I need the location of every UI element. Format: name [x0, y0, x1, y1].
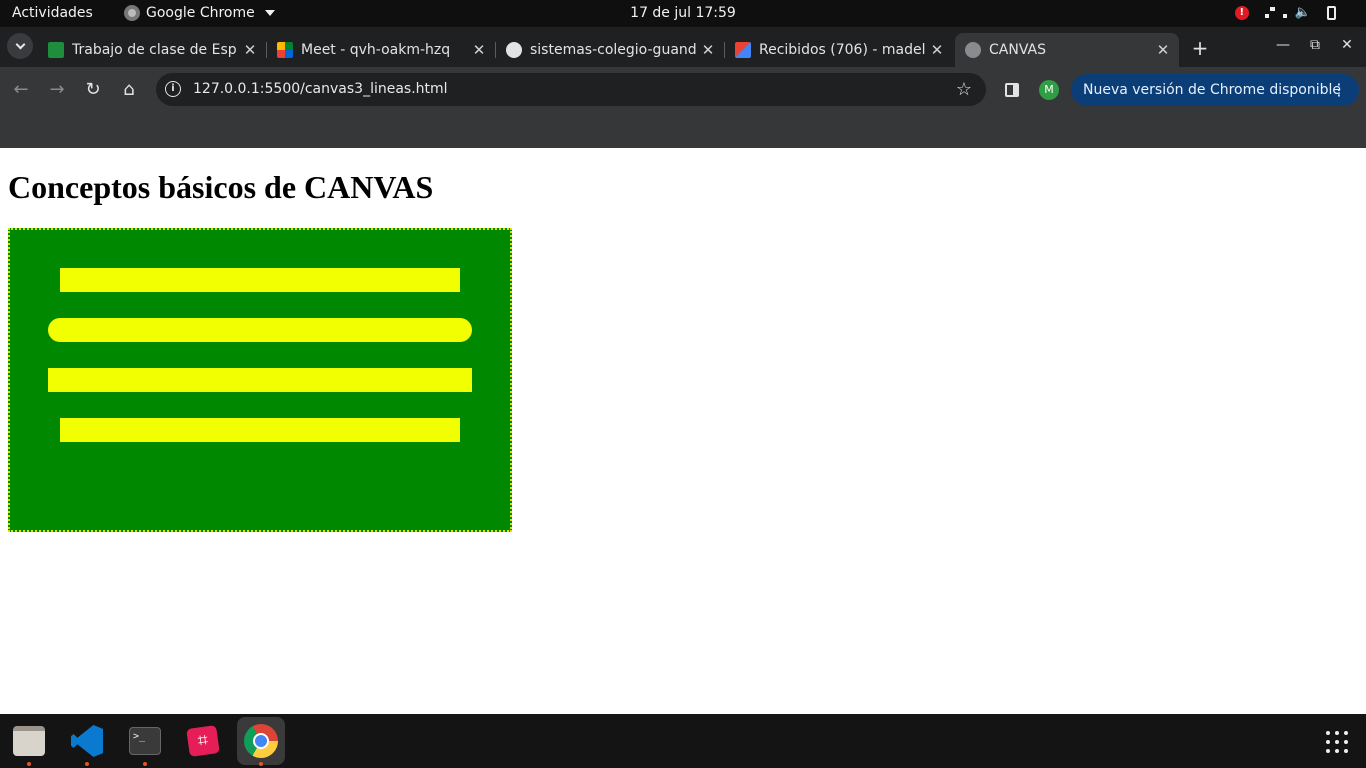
- tab-gmail[interactable]: Recibidos (706) - madel ✕: [725, 33, 953, 67]
- classroom-icon: [48, 42, 64, 58]
- close-icon[interactable]: ✕: [471, 41, 487, 59]
- battery-icon[interactable]: [1327, 5, 1336, 20]
- chevron-down-icon: [15, 39, 25, 49]
- close-window-button[interactable]: ✕: [1338, 37, 1356, 53]
- activities-button[interactable]: Actividades: [12, 5, 93, 21]
- new-tab-button[interactable]: +: [1190, 36, 1210, 60]
- dock-files[interactable]: [5, 717, 53, 766]
- screenshot-crop-icon: ⌗: [186, 725, 220, 757]
- address-bar[interactable]: i 127.0.0.1:5500/canvas3_lineas.html ☆: [156, 73, 986, 106]
- dock-screenshot-tool[interactable]: ⌗: [179, 717, 227, 765]
- close-icon[interactable]: ✕: [1155, 41, 1171, 59]
- chrome-icon: [244, 724, 278, 758]
- page-title: Conceptos básicos de CANVAS: [8, 169, 434, 205]
- globe-icon: [965, 42, 981, 58]
- tab-title: sistemas-colegio-guand: [530, 42, 697, 58]
- gmail-icon: [735, 42, 751, 58]
- chrome-update-button[interactable]: Nueva versión de Chrome disponible ⋮: [1071, 74, 1359, 106]
- running-indicator: [259, 762, 263, 766]
- alert-icon[interactable]: !: [1234, 5, 1249, 20]
- tab-github[interactable]: sistemas-colegio-guand ✕: [496, 33, 724, 67]
- side-panel-icon[interactable]: [1005, 83, 1019, 97]
- reload-button[interactable]: ↻: [80, 77, 106, 103]
- home-button[interactable]: ⌂: [116, 77, 142, 103]
- caret-down-icon: [264, 10, 275, 16]
- minimize-button[interactable]: —: [1274, 37, 1292, 53]
- url-text[interactable]: 127.0.0.1:5500/canvas3_lineas.html: [193, 81, 448, 97]
- dock-chrome[interactable]: [237, 717, 285, 766]
- bookmark-bar: [0, 112, 1366, 148]
- kebab-menu-icon[interactable]: ⋮: [1331, 80, 1347, 99]
- files-icon: [13, 726, 45, 756]
- tab-title: Meet - qvh-oakm-hzq: [301, 42, 451, 58]
- browser-toolbar: ← → ↻ ⌂ i 127.0.0.1:5500/canvas3_lineas.…: [0, 67, 1366, 112]
- dock: >_ ⌗: [0, 714, 1366, 768]
- close-icon[interactable]: ✕: [242, 41, 258, 59]
- volume-icon[interactable]: 🔈: [1295, 5, 1311, 20]
- tab-search-button[interactable]: [7, 33, 33, 59]
- running-indicator: [143, 762, 147, 766]
- restore-button[interactable]: ⧉: [1306, 37, 1324, 53]
- terminal-icon: >_: [129, 727, 161, 755]
- system-top-bar: Actividades Google Chrome 17 de jul 17:5…: [0, 0, 1366, 27]
- back-button[interactable]: ←: [8, 77, 34, 103]
- tab-canvas[interactable]: CANVAS ✕: [955, 33, 1179, 67]
- profile-avatar[interactable]: M: [1039, 80, 1059, 100]
- show-apps-icon[interactable]: [1326, 731, 1348, 753]
- tab-title: Trabajo de clase de Esp: [72, 42, 237, 58]
- running-indicator: [85, 762, 89, 766]
- close-icon[interactable]: ✕: [929, 41, 945, 59]
- network-icon[interactable]: [1264, 6, 1287, 19]
- page-content: Conceptos básicos de CANVAS: [0, 148, 1366, 714]
- running-indicator: [27, 762, 31, 766]
- tab-strip: Trabajo de clase de Esp ✕ Meet - qvh-oak…: [0, 27, 1366, 67]
- meet-icon: [277, 42, 293, 58]
- close-icon[interactable]: ✕: [700, 41, 716, 59]
- site-info-icon[interactable]: i: [165, 81, 181, 97]
- system-tray[interactable]: ! 🔈: [1234, 5, 1336, 20]
- tab-title: Recibidos (706) - madel: [759, 42, 926, 58]
- app-menu[interactable]: Google Chrome: [124, 5, 275, 21]
- drawing-canvas: [8, 228, 512, 532]
- dock-vscode[interactable]: [63, 717, 111, 766]
- dock-terminal[interactable]: >_: [121, 717, 169, 766]
- app-menu-label: Google Chrome: [146, 5, 255, 21]
- tab-classroom[interactable]: Trabajo de clase de Esp ✕: [38, 33, 266, 67]
- update-label: Nueva versión de Chrome disponible: [1083, 82, 1341, 98]
- vscode-icon: [71, 725, 103, 757]
- bookmark-star-icon[interactable]: ☆: [956, 79, 972, 100]
- tab-title: CANVAS: [989, 42, 1046, 58]
- forward-button[interactable]: →: [44, 77, 70, 103]
- canvas-drawing: [48, 268, 472, 442]
- tab-meet[interactable]: Meet - qvh-oakm-hzq ✕: [267, 33, 495, 67]
- github-icon: [506, 42, 522, 58]
- chrome-icon: [124, 5, 140, 21]
